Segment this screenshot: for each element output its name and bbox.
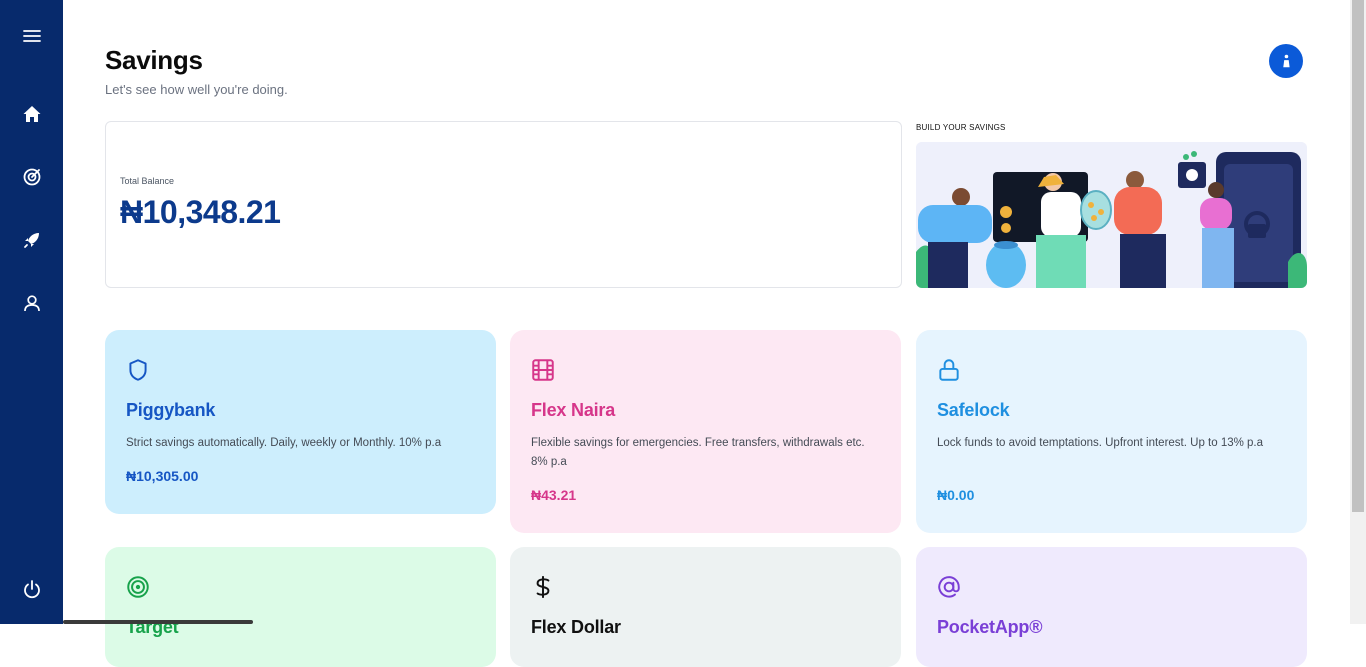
power-icon[interactable] — [18, 575, 46, 603]
film-icon — [530, 357, 556, 383]
safelock-card[interactable]: Safelock Lock funds to avoid temptations… — [916, 330, 1307, 533]
target-icon[interactable] — [18, 163, 46, 191]
page-title: Savings — [105, 45, 203, 75]
piggybank-card[interactable]: Piggybank Strict savings automatically. … — [105, 330, 496, 514]
avatar[interactable] — [1269, 44, 1303, 78]
total-balance-value: ₦10,348.21 — [120, 194, 281, 230]
plan-description: Strict savings automatically. Daily, wee… — [126, 437, 442, 449]
rocket-icon[interactable] — [18, 226, 46, 254]
plan-name: Safelock — [937, 400, 1010, 420]
sidebar — [0, 0, 63, 624]
target-card[interactable]: Target — [105, 547, 496, 667]
flex-naira-card[interactable]: Flex Naira Flexible savings for emergenc… — [510, 330, 901, 533]
promo-title: BUILD YOUR SAVINGS — [916, 123, 1006, 132]
user-info-icon — [1283, 54, 1290, 68]
plan-name: Flex Naira — [531, 400, 616, 420]
menu-icon[interactable] — [18, 22, 46, 50]
scrollbar-thumb[interactable] — [1352, 0, 1364, 512]
total-balance-card: Total Balance ₦10,348.21 — [105, 121, 902, 288]
dollar-icon — [530, 574, 556, 600]
flex-dollar-card[interactable]: Flex Dollar — [510, 547, 901, 667]
page-subtitle: Let's see how well you're doing. — [105, 82, 288, 97]
plan-amount: ₦43.21 — [531, 487, 577, 503]
plan-description: Flexible savings for emergencies. Free t… — [531, 437, 865, 468]
at-icon — [936, 574, 962, 600]
main-content: Savings Let's see how well you're doing.… — [63, 0, 1350, 667]
target-icon — [125, 574, 151, 600]
status-strip — [63, 620, 253, 624]
lock-icon — [936, 357, 962, 383]
build-savings-illustration[interactable] — [916, 142, 1307, 288]
plan-name: PocketApp® — [937, 617, 1043, 637]
total-balance-label: Total Balance — [120, 176, 175, 186]
pocketapp-card[interactable]: PocketApp® — [916, 547, 1307, 667]
plan-amount: ₦0.00 — [937, 487, 975, 503]
plan-name: Flex Dollar — [531, 617, 621, 637]
home-icon[interactable] — [18, 100, 46, 128]
shield-icon — [125, 357, 151, 383]
plan-name: Piggybank — [126, 400, 216, 420]
plan-description: Lock funds to avoid temptations. Upfront… — [937, 437, 1264, 449]
user-icon[interactable] — [18, 289, 46, 317]
plan-amount: ₦10,305.00 — [126, 468, 199, 484]
